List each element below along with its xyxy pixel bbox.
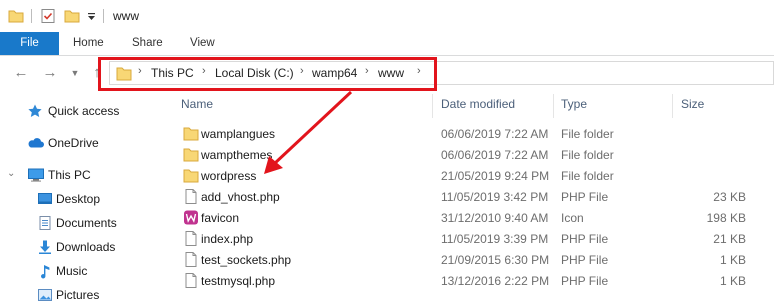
file-name: test_sockets.php bbox=[201, 253, 292, 267]
nav-item-desktop[interactable]: Desktop bbox=[0, 188, 170, 210]
file-row[interactable]: add_vhost.php 11/05/2019 3:42 PM PHP Fil… bbox=[170, 186, 774, 207]
file-icon bbox=[183, 231, 199, 249]
star-icon bbox=[27, 103, 43, 122]
divider bbox=[103, 9, 104, 23]
ribbon: File Home Share View bbox=[0, 32, 774, 56]
file-row[interactable]: wordpress 21/05/2019 9:24 PM File folder bbox=[170, 165, 774, 186]
file-name: wordpress bbox=[201, 169, 257, 183]
file-icon bbox=[183, 252, 199, 270]
customize-quick-access-icon[interactable] bbox=[87, 8, 97, 27]
file-size: 198 KB bbox=[706, 211, 746, 225]
nav-item-label: Downloads bbox=[56, 240, 116, 254]
column-divider[interactable] bbox=[553, 94, 554, 118]
file-type: Icon bbox=[561, 211, 584, 225]
column-header-date-modified[interactable]: Date modified bbox=[441, 97, 515, 119]
nav-item-label: Documents bbox=[56, 216, 117, 230]
column-divider[interactable] bbox=[432, 94, 433, 118]
nav-item-this-pc[interactable]: ⌄ This PC bbox=[0, 164, 170, 186]
file-date: 11/05/2019 3:42 PM bbox=[441, 190, 549, 204]
nav-item-label: OneDrive bbox=[48, 136, 99, 150]
folder-icon bbox=[183, 147, 199, 165]
nav-item-downloads[interactable]: Downloads bbox=[0, 236, 170, 258]
file-type: File folder bbox=[561, 148, 614, 162]
file-type: PHP File bbox=[561, 274, 609, 288]
nav-item-pictures[interactable]: Pictures bbox=[0, 284, 170, 304]
nav-item-label: Music bbox=[56, 264, 88, 278]
file-name: wampthemes bbox=[201, 148, 273, 162]
file-size: 1 KB bbox=[719, 274, 746, 288]
file-date: 06/06/2019 7:22 AM bbox=[441, 148, 549, 162]
file-type: PHP File bbox=[561, 232, 609, 246]
tab-home[interactable]: Home bbox=[61, 32, 116, 55]
file-type: File folder bbox=[561, 127, 614, 141]
navigation-pane: Quick access OneDrive ⌄ This PC Desktop … bbox=[0, 92, 170, 304]
nav-item-label: Pictures bbox=[56, 288, 100, 302]
file-date: 31/12/2010 9:40 AM bbox=[441, 211, 549, 225]
file-type: File folder bbox=[561, 169, 614, 183]
nav-item-onedrive[interactable]: OneDrive bbox=[0, 132, 170, 154]
annotation-highlight-box bbox=[98, 57, 437, 91]
nav-item-label: This PC bbox=[48, 168, 91, 182]
file-date: 13/12/2016 2:22 PM bbox=[441, 274, 550, 288]
properties-icon[interactable] bbox=[40, 8, 56, 27]
desktop-icon bbox=[37, 191, 53, 210]
documents-icon bbox=[37, 215, 53, 234]
cloud-icon bbox=[27, 135, 45, 154]
nav-item-label: Desktop bbox=[56, 192, 101, 206]
nav-item-quick-access[interactable]: Quick access bbox=[0, 100, 170, 122]
nav-item-documents[interactable]: Documents bbox=[0, 212, 170, 234]
file-row[interactable]: wampthemes 06/06/2019 7:22 AM File folde… bbox=[170, 144, 774, 165]
file-name: wamplangues bbox=[201, 127, 276, 141]
column-header-type[interactable]: Type bbox=[561, 97, 587, 119]
pictures-icon bbox=[37, 287, 53, 304]
window-title: www bbox=[113, 9, 139, 23]
file-date: 21/09/2015 6:30 PM bbox=[441, 253, 550, 267]
file-icon bbox=[183, 189, 199, 207]
column-header-name[interactable]: Name bbox=[181, 97, 213, 119]
folder-icon bbox=[183, 168, 199, 186]
new-folder-icon[interactable] bbox=[64, 8, 80, 27]
wamp-icon bbox=[183, 210, 199, 228]
tab-share[interactable]: Share bbox=[120, 32, 175, 55]
nav-item-music[interactable]: Music bbox=[0, 260, 170, 282]
tab-file[interactable]: File bbox=[0, 32, 59, 55]
file-name: add_vhost.php bbox=[201, 190, 280, 204]
expand-chevron-icon[interactable]: ⌄ bbox=[7, 168, 15, 179]
column-header-size[interactable]: Size bbox=[681, 97, 704, 119]
file-row[interactable]: testmysql.php 13/12/2016 2:22 PM PHP Fil… bbox=[170, 270, 774, 291]
back-button[interactable]: ← bbox=[10, 62, 32, 84]
file-date: 06/06/2019 7:22 AM bbox=[441, 127, 549, 141]
file-size: 23 KB bbox=[713, 190, 746, 204]
divider bbox=[31, 9, 32, 23]
file-type: PHP File bbox=[561, 190, 609, 204]
nav-item-label: Quick access bbox=[48, 104, 120, 118]
folder-icon[interactable] bbox=[8, 8, 24, 27]
file-size: 21 KB bbox=[713, 232, 746, 246]
file-date: 21/05/2019 9:24 PM bbox=[441, 169, 550, 183]
file-row[interactable]: test_sockets.php 21/09/2015 6:30 PM PHP … bbox=[170, 249, 774, 270]
column-divider[interactable] bbox=[672, 94, 673, 118]
file-icon bbox=[183, 273, 199, 291]
file-type: PHP File bbox=[561, 253, 609, 267]
forward-button[interactable]: → bbox=[39, 62, 61, 84]
file-row[interactable]: wamplangues 06/06/2019 7:22 AM File fold… bbox=[170, 123, 774, 144]
download-icon bbox=[37, 239, 53, 258]
file-row[interactable]: index.php 11/05/2019 3:39 PM PHP File 21… bbox=[170, 228, 774, 249]
file-name: testmysql.php bbox=[201, 274, 276, 288]
file-date: 11/05/2019 3:39 PM bbox=[441, 232, 549, 246]
folder-icon bbox=[183, 126, 199, 144]
title-bar: www bbox=[0, 0, 774, 32]
file-name: favicon bbox=[201, 211, 240, 225]
file-name: index.php bbox=[201, 232, 254, 246]
recent-locations-button[interactable]: ▼ bbox=[64, 62, 86, 84]
file-list: Name Date modified Type Size wamplangues… bbox=[170, 92, 774, 304]
file-row[interactable]: favicon 31/12/2010 9:40 AM Icon 198 KB bbox=[170, 207, 774, 228]
tab-view[interactable]: View bbox=[178, 32, 227, 55]
computer-icon bbox=[27, 167, 45, 186]
music-icon bbox=[37, 263, 53, 282]
file-size: 1 KB bbox=[719, 253, 746, 267]
